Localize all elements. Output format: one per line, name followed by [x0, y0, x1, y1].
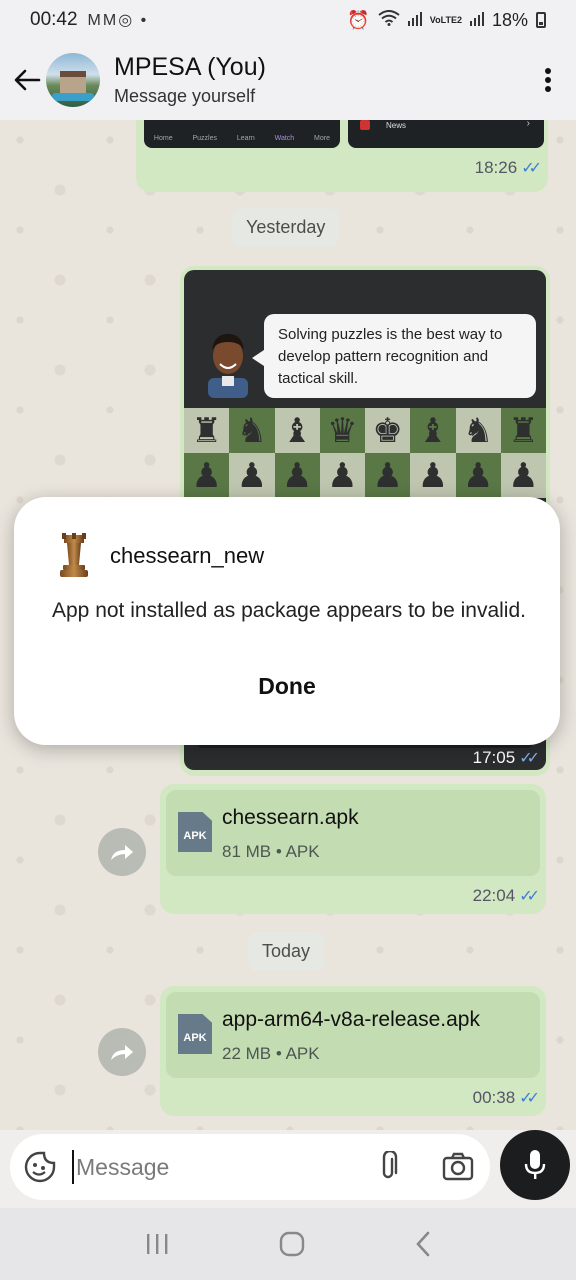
install-error-dialog: chessearn_new App not installed as packa… [14, 497, 560, 745]
screenshot-thumbnail[interactable]: News › [348, 120, 544, 148]
message-time: 22:04 ✓✓ [472, 886, 540, 906]
file-attachment[interactable]: APK app-arm64-v8a-release.apk 22 MB • AP… [166, 992, 540, 1078]
chess-board: ♜ ♞ ♝ ♛ ♚ ♝ ♞ ♜ ♟ ♟ ♟ ♟ ♟ ♟ ♟ ♟ [184, 408, 546, 498]
knight-icon: ♞ [229, 408, 275, 453]
attach-icon[interactable] [376, 1151, 400, 1183]
nav-label: Puzzles [192, 135, 217, 142]
screenshot-thumbnail[interactable]: Home Puzzles Learn Watch More [144, 120, 340, 148]
message-input-box[interactable]: Message [10, 1134, 490, 1200]
dialog-app-name: chessearn_new [110, 543, 265, 568]
file-message-bubble[interactable]: APK chessearn.apk 81 MB • APK 22:04 ✓✓ [160, 784, 546, 914]
sticker-icon[interactable] [24, 1151, 56, 1183]
time-label: 18:26 [474, 158, 518, 177]
arrow-left-icon [14, 69, 41, 91]
nav-label: More [314, 135, 330, 142]
composer: Message [0, 1130, 576, 1208]
battery-percent: 18% [491, 9, 528, 30]
back-nav-icon[interactable] [415, 1231, 431, 1257]
volte-label: VoLTE2 [429, 14, 462, 25]
header-titles[interactable]: MPESA (You) Message yourself [114, 53, 266, 107]
file-attachment[interactable]: APK chessearn.apk 81 MB • APK [166, 790, 540, 876]
message-time: 18:26 ✓✓ [474, 158, 542, 178]
forward-icon [111, 1045, 133, 1060]
file-name: chessearn.apk [222, 806, 359, 829]
dialog-message: App not installed as package appears to … [52, 599, 526, 622]
pawn-icon: ♟ [455, 453, 501, 498]
time-label: 00:38 [472, 1088, 516, 1107]
status-bar: 00:42 MM◎ • ⏰ VoLTE2 18% [0, 0, 576, 40]
signal-icon-2 [469, 10, 484, 31]
status-right: ⏰ VoLTE2 18% [347, 10, 546, 31]
date-chip-today: Today [248, 932, 325, 971]
microphone-icon [524, 1150, 546, 1179]
apk-file-icon: APK [178, 812, 212, 852]
time-label: 22:04 [472, 886, 516, 905]
coach-avatar-icon [208, 334, 248, 398]
message-time: 00:38 ✓✓ [472, 1088, 540, 1108]
camera-icon[interactable] [442, 1151, 474, 1181]
system-nav-bar [0, 1208, 576, 1280]
time-label: 17:05 [472, 748, 516, 767]
pawn-icon: ♟ [274, 453, 320, 498]
forward-button[interactable] [98, 828, 146, 876]
notification-icons: MM◎ • [87, 12, 149, 29]
pawn-icon: ♟ [365, 453, 411, 498]
message-time: 17:05 ✓✓ [472, 748, 540, 768]
read-ticks-icon: ✓✓ [519, 750, 540, 767]
read-ticks-icon: ✓✓ [519, 1090, 540, 1107]
king-icon: ♚ [365, 408, 411, 453]
queen-icon: ♛ [319, 408, 365, 453]
signal-icon [407, 10, 422, 31]
image-message-bubble[interactable]: Home Puzzles Learn Watch More News › 18:… [136, 120, 548, 192]
file-meta: 81 MB • APK [222, 842, 320, 861]
text-caret [72, 1150, 74, 1184]
nav-label: Watch [274, 135, 295, 142]
knight-icon: ♞ [455, 408, 501, 453]
more-vert-icon [545, 68, 551, 92]
wifi-icon [378, 9, 400, 31]
status-time: 00:42 [30, 9, 78, 30]
avatar[interactable] [46, 53, 100, 107]
back-button[interactable] [2, 40, 52, 120]
bishop-icon: ♝ [410, 408, 456, 453]
pawn-icon: ♟ [184, 453, 230, 498]
done-button[interactable]: Done [14, 673, 560, 700]
nav-label: Home [153, 135, 173, 142]
pawn-icon: ♟ [410, 453, 456, 498]
file-message-bubble[interactable]: APK app-arm64-v8a-release.apk 22 MB • AP… [160, 986, 546, 1116]
forward-icon [111, 845, 133, 860]
overflow-menu-button[interactable] [520, 67, 576, 93]
bishop-icon: ♝ [274, 408, 320, 453]
alarm-icon: ⏰ [347, 9, 370, 30]
file-name: app-arm64-v8a-release.apk [222, 1008, 480, 1031]
nav-label: Learn [236, 135, 255, 142]
news-label: News [386, 121, 407, 130]
voice-record-button[interactable] [500, 1130, 570, 1200]
message-input[interactable]: Message [76, 1154, 169, 1181]
home-icon[interactable] [279, 1231, 305, 1257]
rook-icon: ♜ [184, 408, 230, 453]
news-icon [360, 120, 370, 130]
tip-speech-bubble: Solving puzzles is the best way to devel… [252, 314, 536, 398]
recent-apps-icon[interactable] [145, 1233, 169, 1255]
forward-button[interactable] [98, 1028, 146, 1076]
apk-file-icon: APK [178, 1014, 212, 1054]
pawn-icon: ♟ [229, 453, 275, 498]
chat-subtitle: Message yourself [114, 86, 256, 106]
pawn-icon: ♟ [500, 453, 546, 498]
battery-icon [536, 12, 546, 28]
file-meta: 22 MB • APK [222, 1044, 320, 1063]
rook-icon: ♜ [500, 408, 546, 453]
read-ticks-icon: ✓✓ [519, 888, 540, 905]
chevron-right-icon: › [526, 120, 530, 129]
date-chip-yesterday: Yesterday [232, 208, 340, 247]
read-ticks-icon: ✓✓ [521, 160, 542, 177]
pawn-icon: ♟ [319, 453, 365, 498]
chat-title: MPESA (You) [114, 53, 266, 81]
chat-header: MPESA (You) Message yourself [0, 40, 576, 120]
chess-rook-app-icon [60, 533, 88, 577]
